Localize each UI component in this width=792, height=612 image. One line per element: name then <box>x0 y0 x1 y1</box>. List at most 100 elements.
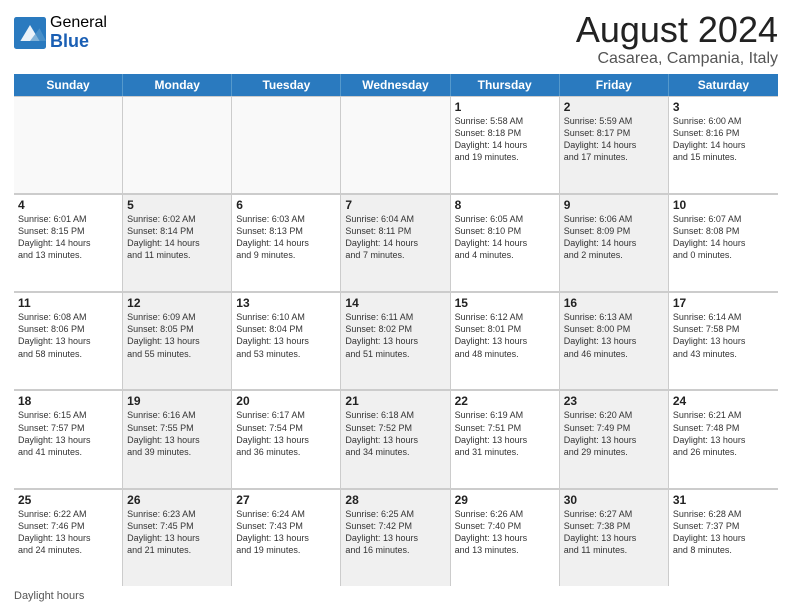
table-row: 19Sunrise: 6:16 AM Sunset: 7:55 PM Dayli… <box>123 390 232 487</box>
table-row: 27Sunrise: 6:24 AM Sunset: 7:43 PM Dayli… <box>232 489 341 586</box>
day-number: 1 <box>455 100 555 114</box>
table-row <box>14 96 123 193</box>
weekday-header: Monday <box>123 74 232 96</box>
day-info: Sunrise: 6:12 AM Sunset: 8:01 PM Dayligh… <box>455 311 555 360</box>
table-row: 9Sunrise: 6:06 AM Sunset: 8:09 PM Daylig… <box>560 194 669 291</box>
day-number: 16 <box>564 296 664 310</box>
day-number: 4 <box>18 198 118 212</box>
table-row: 25Sunrise: 6:22 AM Sunset: 7:46 PM Dayli… <box>14 489 123 586</box>
day-info: Sunrise: 6:15 AM Sunset: 7:57 PM Dayligh… <box>18 409 118 458</box>
day-info: Sunrise: 6:22 AM Sunset: 7:46 PM Dayligh… <box>18 508 118 557</box>
table-row: 23Sunrise: 6:20 AM Sunset: 7:49 PM Dayli… <box>560 390 669 487</box>
day-number: 21 <box>345 394 445 408</box>
day-number: 28 <box>345 493 445 507</box>
day-number: 29 <box>455 493 555 507</box>
day-info: Sunrise: 6:25 AM Sunset: 7:42 PM Dayligh… <box>345 508 445 557</box>
table-row: 6Sunrise: 6:03 AM Sunset: 8:13 PM Daylig… <box>232 194 341 291</box>
table-row: 26Sunrise: 6:23 AM Sunset: 7:45 PM Dayli… <box>123 489 232 586</box>
day-number: 15 <box>455 296 555 310</box>
title-block: August 2024 Casarea, Campania, Italy <box>576 10 778 68</box>
header: General Blue August 2024 Casarea, Campan… <box>14 10 778 68</box>
day-info: Sunrise: 6:26 AM Sunset: 7:40 PM Dayligh… <box>455 508 555 557</box>
day-info: Sunrise: 6:03 AM Sunset: 8:13 PM Dayligh… <box>236 213 336 262</box>
day-number: 2 <box>564 100 664 114</box>
day-number: 12 <box>127 296 227 310</box>
table-row: 5Sunrise: 6:02 AM Sunset: 8:14 PM Daylig… <box>123 194 232 291</box>
calendar-row: 4Sunrise: 6:01 AM Sunset: 8:15 PM Daylig… <box>14 194 778 292</box>
logo-general: General <box>50 14 107 32</box>
weekday-header: Wednesday <box>341 74 450 96</box>
table-row: 29Sunrise: 6:26 AM Sunset: 7:40 PM Dayli… <box>451 489 560 586</box>
day-number: 9 <box>564 198 664 212</box>
day-info: Sunrise: 6:21 AM Sunset: 7:48 PM Dayligh… <box>673 409 774 458</box>
table-row <box>232 96 341 193</box>
weekday-header: Sunday <box>14 74 123 96</box>
day-number: 18 <box>18 394 118 408</box>
table-row: 2Sunrise: 5:59 AM Sunset: 8:17 PM Daylig… <box>560 96 669 193</box>
calendar-row: 1Sunrise: 5:58 AM Sunset: 8:18 PM Daylig… <box>14 96 778 194</box>
day-number: 26 <box>127 493 227 507</box>
table-row <box>123 96 232 193</box>
day-info: Sunrise: 6:09 AM Sunset: 8:05 PM Dayligh… <box>127 311 227 360</box>
table-row: 20Sunrise: 6:17 AM Sunset: 7:54 PM Dayli… <box>232 390 341 487</box>
table-row: 1Sunrise: 5:58 AM Sunset: 8:18 PM Daylig… <box>451 96 560 193</box>
table-row: 3Sunrise: 6:00 AM Sunset: 8:16 PM Daylig… <box>669 96 778 193</box>
day-number: 30 <box>564 493 664 507</box>
weekday-header: Saturday <box>669 74 778 96</box>
table-row: 12Sunrise: 6:09 AM Sunset: 8:05 PM Dayli… <box>123 292 232 389</box>
table-row: 17Sunrise: 6:14 AM Sunset: 7:58 PM Dayli… <box>669 292 778 389</box>
day-info: Sunrise: 6:07 AM Sunset: 8:08 PM Dayligh… <box>673 213 774 262</box>
table-row: 16Sunrise: 6:13 AM Sunset: 8:00 PM Dayli… <box>560 292 669 389</box>
day-number: 11 <box>18 296 118 310</box>
table-row: 10Sunrise: 6:07 AM Sunset: 8:08 PM Dayli… <box>669 194 778 291</box>
day-info: Sunrise: 6:00 AM Sunset: 8:16 PM Dayligh… <box>673 115 774 164</box>
logo-text: General Blue <box>50 14 107 51</box>
day-info: Sunrise: 6:24 AM Sunset: 7:43 PM Dayligh… <box>236 508 336 557</box>
day-info: Sunrise: 6:19 AM Sunset: 7:51 PM Dayligh… <box>455 409 555 458</box>
day-number: 7 <box>345 198 445 212</box>
day-info: Sunrise: 6:23 AM Sunset: 7:45 PM Dayligh… <box>127 508 227 557</box>
day-info: Sunrise: 6:27 AM Sunset: 7:38 PM Dayligh… <box>564 508 664 557</box>
table-row: 7Sunrise: 6:04 AM Sunset: 8:11 PM Daylig… <box>341 194 450 291</box>
day-number: 20 <box>236 394 336 408</box>
day-info: Sunrise: 6:04 AM Sunset: 8:11 PM Dayligh… <box>345 213 445 262</box>
day-info: Sunrise: 6:08 AM Sunset: 8:06 PM Dayligh… <box>18 311 118 360</box>
day-number: 17 <box>673 296 774 310</box>
day-info: Sunrise: 5:59 AM Sunset: 8:17 PM Dayligh… <box>564 115 664 164</box>
weekday-header: Thursday <box>451 74 560 96</box>
table-row: 18Sunrise: 6:15 AM Sunset: 7:57 PM Dayli… <box>14 390 123 487</box>
day-number: 5 <box>127 198 227 212</box>
table-row: 21Sunrise: 6:18 AM Sunset: 7:52 PM Dayli… <box>341 390 450 487</box>
main-title: August 2024 <box>576 10 778 50</box>
day-number: 31 <box>673 493 774 507</box>
table-row: 28Sunrise: 6:25 AM Sunset: 7:42 PM Dayli… <box>341 489 450 586</box>
day-info: Sunrise: 6:18 AM Sunset: 7:52 PM Dayligh… <box>345 409 445 458</box>
table-row: 24Sunrise: 6:21 AM Sunset: 7:48 PM Dayli… <box>669 390 778 487</box>
day-info: Sunrise: 6:05 AM Sunset: 8:10 PM Dayligh… <box>455 213 555 262</box>
table-row: 15Sunrise: 6:12 AM Sunset: 8:01 PM Dayli… <box>451 292 560 389</box>
weekday-header: Tuesday <box>232 74 341 96</box>
day-info: Sunrise: 6:06 AM Sunset: 8:09 PM Dayligh… <box>564 213 664 262</box>
day-info: Sunrise: 6:20 AM Sunset: 7:49 PM Dayligh… <box>564 409 664 458</box>
day-number: 8 <box>455 198 555 212</box>
table-row: 31Sunrise: 6:28 AM Sunset: 7:37 PM Dayli… <box>669 489 778 586</box>
logo-blue: Blue <box>50 32 107 52</box>
day-number: 23 <box>564 394 664 408</box>
table-row: 22Sunrise: 6:19 AM Sunset: 7:51 PM Dayli… <box>451 390 560 487</box>
day-info: Sunrise: 6:28 AM Sunset: 7:37 PM Dayligh… <box>673 508 774 557</box>
day-number: 3 <box>673 100 774 114</box>
day-info: Sunrise: 5:58 AM Sunset: 8:18 PM Dayligh… <box>455 115 555 164</box>
calendar-header: SundayMondayTuesdayWednesdayThursdayFrid… <box>14 74 778 96</box>
day-info: Sunrise: 6:17 AM Sunset: 7:54 PM Dayligh… <box>236 409 336 458</box>
day-number: 24 <box>673 394 774 408</box>
day-info: Sunrise: 6:14 AM Sunset: 7:58 PM Dayligh… <box>673 311 774 360</box>
table-row: 11Sunrise: 6:08 AM Sunset: 8:06 PM Dayli… <box>14 292 123 389</box>
table-row: 14Sunrise: 6:11 AM Sunset: 8:02 PM Dayli… <box>341 292 450 389</box>
day-info: Sunrise: 6:13 AM Sunset: 8:00 PM Dayligh… <box>564 311 664 360</box>
logo: General Blue <box>14 14 107 51</box>
day-info: Sunrise: 6:11 AM Sunset: 8:02 PM Dayligh… <box>345 311 445 360</box>
table-row: 4Sunrise: 6:01 AM Sunset: 8:15 PM Daylig… <box>14 194 123 291</box>
calendar-row: 25Sunrise: 6:22 AM Sunset: 7:46 PM Dayli… <box>14 489 778 586</box>
day-number: 19 <box>127 394 227 408</box>
calendar-body: 1Sunrise: 5:58 AM Sunset: 8:18 PM Daylig… <box>14 96 778 586</box>
